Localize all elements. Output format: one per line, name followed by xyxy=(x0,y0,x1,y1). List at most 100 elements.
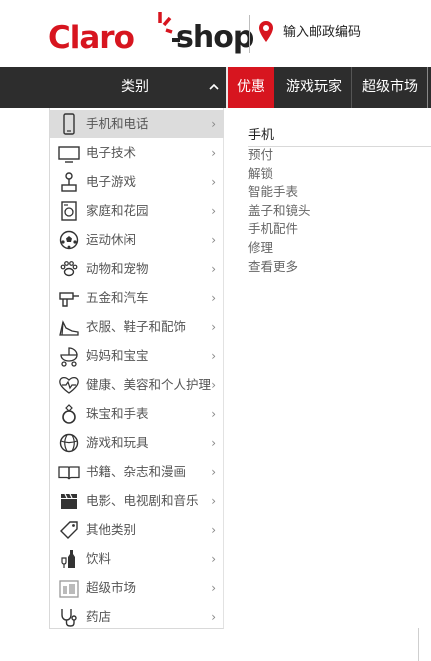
chevron-right-icon: › xyxy=(211,494,216,508)
category-label: 健康、美容和个人护理 xyxy=(86,377,212,392)
category-item-jewelry[interactable]: 珠宝和手表 › xyxy=(50,400,224,428)
category-item-fashion[interactable]: 衣服、鞋子和配饰 › xyxy=(50,313,224,341)
clapperboard-icon xyxy=(61,493,77,509)
category-item-baby[interactable]: 妈妈和宝宝 › xyxy=(50,342,224,370)
category-label: 药店 xyxy=(86,609,112,624)
category-label: 运动休闲 xyxy=(86,232,137,247)
category-label: 妈妈和宝宝 xyxy=(86,348,149,363)
soccer-ball-icon xyxy=(59,230,79,250)
header-divider xyxy=(249,15,250,53)
ball-icon xyxy=(59,433,79,453)
subcategory-see-more-link[interactable]: 查看更多 xyxy=(248,259,298,275)
logo-claro-text: Claro xyxy=(48,20,135,56)
chevron-right-icon: › xyxy=(211,436,216,450)
subcategory-link[interactable]: 手机配件 xyxy=(248,221,298,237)
tag-icon xyxy=(60,521,78,539)
chevron-right-icon: › xyxy=(211,320,216,334)
category-item-sports[interactable]: 运动休闲 › xyxy=(50,226,224,254)
category-label: 手机和电话 xyxy=(86,116,149,131)
postcode-link[interactable]: 输入邮政编码 xyxy=(283,24,361,42)
category-item-drinks[interactable]: 饮料 › xyxy=(50,545,224,573)
smartphone-icon xyxy=(63,113,75,135)
category-label: 其他类别 xyxy=(86,522,137,537)
subcategory-panel: 手机 预付 解锁 智能手表 盖子和镜头 手机配件 修理 查看更多 xyxy=(225,108,431,308)
category-item-hardware[interactable]: 五金和汽车 › xyxy=(50,284,224,312)
category-label: 书籍、杂志和漫画 xyxy=(86,464,187,479)
category-item-books[interactable]: 书籍、杂志和漫画 › xyxy=(50,458,224,486)
category-item-electronics[interactable]: 电子技术 › xyxy=(50,139,224,167)
book-icon xyxy=(58,466,80,480)
tab-gamers[interactable]: 游戏玩家 xyxy=(278,67,350,108)
monitor-icon xyxy=(58,146,80,163)
category-item-other[interactable]: 其他类别 › xyxy=(50,516,224,544)
categories-menu-toggle[interactable]: 类别 xyxy=(0,67,226,108)
category-label: 珠宝和手表 xyxy=(86,406,149,421)
chevron-right-icon: › xyxy=(211,378,216,392)
category-item-home-garden[interactable]: 家庭和花园 › xyxy=(50,197,224,225)
subcategory-divider xyxy=(248,146,431,147)
subcategory-link[interactable]: 盖子和镜头 xyxy=(248,203,311,219)
chevron-right-icon: › xyxy=(211,581,216,595)
category-item-movies-music[interactable]: 电影、电视剧和音乐 › xyxy=(50,487,224,515)
chevron-right-icon: › xyxy=(211,291,216,305)
high-heel-icon xyxy=(59,320,79,336)
category-item-pets[interactable]: 动物和宠物 › xyxy=(50,255,224,283)
categories-label: 类别 xyxy=(121,79,149,95)
category-label: 游戏和玩具 xyxy=(86,435,149,450)
chevron-right-icon: › xyxy=(211,233,216,247)
category-label: 家庭和花园 xyxy=(86,203,149,218)
chevron-right-icon: › xyxy=(211,146,216,160)
subcategory-link[interactable]: 修理 xyxy=(248,240,273,256)
bottle-icon xyxy=(61,550,75,568)
subcategory-link[interactable]: 预付 xyxy=(248,147,273,163)
category-item-videogames[interactable]: 电子游戏 › xyxy=(50,168,224,196)
logo-shop-text: shop xyxy=(176,20,254,55)
drill-icon xyxy=(59,292,79,307)
nav-separator xyxy=(351,67,352,108)
category-item-toys[interactable]: 游戏和玩具 › xyxy=(50,429,224,457)
nav-separator xyxy=(274,67,276,108)
chevron-right-icon: › xyxy=(211,465,216,479)
site-header: Claro shop 输入邮政编码 xyxy=(0,0,431,67)
tab-offers[interactable]: 优惠 xyxy=(228,67,274,108)
stroller-icon xyxy=(60,347,78,367)
category-label: 电子技术 xyxy=(86,145,137,160)
chevron-right-icon: › xyxy=(211,204,216,218)
main-nav: 类别 优惠 游戏玩家 超级市场 xyxy=(0,67,431,108)
chevron-up-icon xyxy=(209,83,219,90)
chevron-right-icon: › xyxy=(211,523,216,537)
category-label: 五金和汽车 xyxy=(86,290,149,305)
stethoscope-icon xyxy=(61,609,77,627)
chevron-right-icon: › xyxy=(211,262,216,276)
heartbeat-icon xyxy=(59,376,79,394)
chevron-right-icon: › xyxy=(211,610,216,624)
chevron-right-icon: › xyxy=(211,349,216,363)
location-pin-icon[interactable] xyxy=(258,20,274,44)
nav-separator xyxy=(427,67,428,108)
joystick-icon xyxy=(61,172,77,192)
washing-machine-icon xyxy=(61,201,77,221)
category-item-pharmacy[interactable]: 药店 › xyxy=(50,603,224,631)
category-label: 超级市场 xyxy=(86,580,137,595)
subcategory-link[interactable]: 智能手表 xyxy=(248,184,298,200)
paw-icon xyxy=(60,261,78,277)
category-label: 电子游戏 xyxy=(86,174,137,189)
page-edge-divider xyxy=(418,628,419,661)
chevron-right-icon: › xyxy=(211,117,216,131)
category-item-phones[interactable]: 手机和电话 › xyxy=(50,110,224,138)
category-item-health-beauty[interactable]: 健康、美容和个人护理 › xyxy=(50,371,224,399)
subcategory-link[interactable]: 解锁 xyxy=(248,166,273,182)
chevron-right-icon: › xyxy=(211,175,216,189)
category-list: 手机和电话 › 电子技术 › 电子游戏 › 家庭和花园 › 运动休闲 › 动物和… xyxy=(49,108,224,629)
category-item-supermarket[interactable]: 超级市场 › xyxy=(50,574,224,602)
category-label: 动物和宠物 xyxy=(86,261,149,276)
logo-rays-icon xyxy=(158,12,180,42)
tab-supermarket[interactable]: 超级市场 xyxy=(356,67,424,108)
chevron-right-icon: › xyxy=(211,552,216,566)
supermarket-icon xyxy=(59,580,79,598)
subcategory-title[interactable]: 手机 xyxy=(248,128,274,144)
chevron-right-icon: › xyxy=(211,407,216,421)
ring-icon xyxy=(62,404,76,424)
category-label: 衣服、鞋子和配饰 xyxy=(86,319,187,334)
claroshop-logo[interactable]: Claro shop xyxy=(48,12,254,56)
